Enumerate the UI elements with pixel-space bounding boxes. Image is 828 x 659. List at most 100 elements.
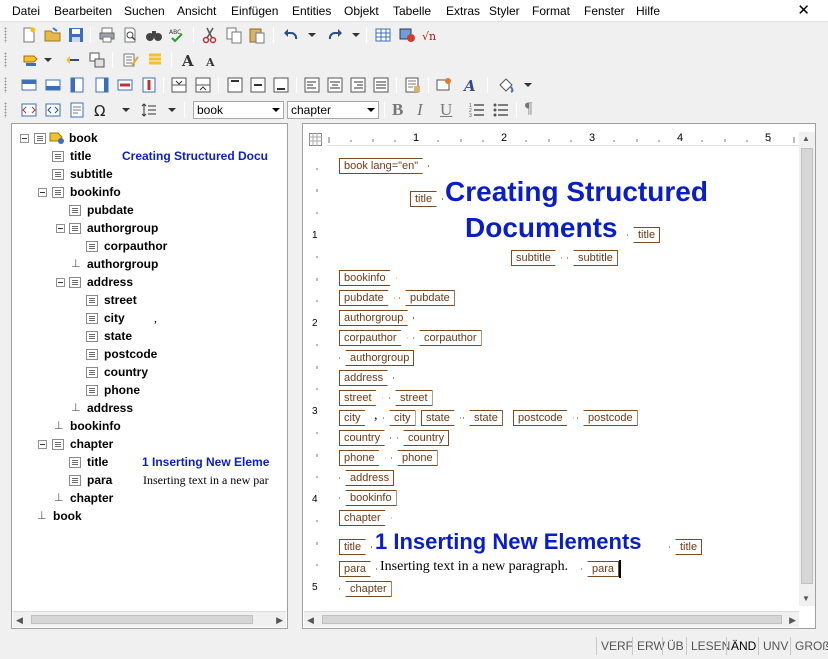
redo-icon[interactable] — [326, 26, 344, 44]
change-element-icon[interactable] — [64, 51, 82, 69]
valign-top-icon[interactable] — [226, 76, 244, 94]
tag-state-close[interactable]: state — [463, 410, 503, 426]
document-editor[interactable]: 1 2 3 4 5 1 2 3 4 5 book lang="en" title… — [302, 123, 816, 629]
tag-pubdate-open[interactable]: pubdate — [339, 290, 395, 306]
tag-address-open[interactable]: address — [339, 370, 394, 386]
menu-entities[interactable]: Entities — [292, 4, 331, 18]
tag-bookinfo-close[interactable]: bookinfo — [339, 490, 397, 506]
split-element-icon[interactable] — [88, 51, 106, 69]
cut-icon[interactable] — [201, 26, 219, 44]
tag-pubdate-close[interactable]: pubdate — [399, 290, 455, 306]
collapse-icon[interactable] — [38, 188, 47, 197]
find-binoculars-icon[interactable] — [145, 26, 163, 44]
tag-city-close[interactable]: city — [383, 410, 416, 426]
tag-postcode-open[interactable]: postcode — [513, 410, 574, 426]
menu-extras[interactable]: Extras — [446, 4, 480, 18]
chapter-title[interactable]: 1 Inserting New Elements — [375, 529, 642, 555]
element-combo[interactable]: book — [193, 101, 284, 119]
valign-middle-icon[interactable] — [249, 76, 267, 94]
tag-chapter-title-open[interactable]: title — [339, 539, 372, 555]
insert-column-right-icon[interactable] — [93, 76, 111, 94]
align-left-icon[interactable] — [303, 76, 321, 94]
city-text[interactable]: , — [374, 408, 378, 424]
tree-item-book[interactable]: book — [12, 130, 272, 148]
close-icon[interactable]: ✕ — [797, 1, 810, 19]
tag-para-open[interactable]: para — [339, 561, 377, 577]
insert-element-dropdown-icon[interactable] — [44, 58, 52, 62]
tag-chapter-close[interactable]: chapter — [339, 581, 392, 597]
insert-row-above-icon[interactable] — [20, 76, 38, 94]
tag-bookinfo-open[interactable]: bookinfo — [339, 270, 397, 286]
merge-cells-icon[interactable] — [170, 76, 188, 94]
scroll-left-icon[interactable]: ◀ — [16, 615, 23, 626]
save-icon[interactable] — [67, 26, 85, 44]
insert-element-icon[interactable] — [22, 51, 40, 69]
tree-item-bookinfo-end[interactable]: ⊥ bookinfo — [12, 418, 212, 436]
toolbar-grip[interactable] — [4, 77, 7, 93]
align-right-icon[interactable] — [349, 76, 367, 94]
style-combo[interactable]: chapter — [287, 101, 379, 119]
tag-city-open[interactable]: city — [339, 410, 372, 426]
menu-fenster[interactable]: Fenster — [584, 4, 625, 18]
menu-styler[interactable]: Styler — [489, 4, 520, 18]
bullet-list-icon[interactable] — [492, 101, 510, 119]
table-properties-icon[interactable] — [404, 76, 422, 94]
italic-button[interactable]: I — [417, 100, 423, 120]
line-spacing-icon[interactable] — [140, 101, 158, 119]
edit-attributes-icon[interactable] — [122, 51, 140, 69]
tree-item-book-end[interactable]: ⊥ book — [12, 508, 212, 526]
align-justify-icon[interactable] — [372, 76, 390, 94]
vertical-ruler[interactable]: 1 2 3 4 5 — [311, 150, 323, 610]
tag-street-close[interactable]: street — [389, 390, 433, 406]
fill-color-icon[interactable] — [497, 76, 515, 94]
bold-button[interactable]: B — [392, 100, 403, 120]
book-title-line1[interactable]: Creating Structured — [445, 176, 708, 208]
tree-item-address-end[interactable]: ⊥ address — [12, 400, 212, 418]
tag-chapter-open[interactable]: chapter — [339, 510, 392, 526]
spellcheck-icon[interactable]: ABC — [168, 26, 186, 44]
tree-item-authorgroup-end[interactable]: ⊥ authorgroup — [12, 256, 212, 274]
menu-tabelle[interactable]: Tabelle — [393, 4, 431, 18]
undo-dropdown-icon[interactable] — [308, 33, 316, 37]
scroll-thumb[interactable] — [801, 148, 813, 584]
special-char-omega-icon[interactable]: Ω — [92, 101, 110, 119]
tree-item-title[interactable]: title Creating Structured Docu — [12, 148, 274, 166]
tag-title-open[interactable]: title — [410, 191, 443, 207]
paste-icon[interactable] — [248, 26, 266, 44]
tag-country-close[interactable]: country — [397, 430, 450, 446]
ruler-corner-icon[interactable] — [309, 133, 322, 146]
tree-item-pubdate[interactable]: pubdate — [12, 202, 212, 220]
tag-postcode-close[interactable]: postcode — [577, 410, 638, 426]
pilcrow-button[interactable]: ¶ — [525, 100, 532, 118]
print-preview-icon[interactable] — [121, 26, 139, 44]
line-spacing-dropdown-icon[interactable] — [168, 108, 176, 112]
scroll-right-icon[interactable]: ▶ — [276, 615, 283, 626]
chevron-down-icon[interactable] — [367, 108, 375, 112]
para-text[interactable]: Inserting text in a new paragraph. — [380, 559, 568, 575]
tree-item-subtitle[interactable]: subtitle — [12, 166, 212, 184]
insert-equation-icon[interactable]: √n — [421, 26, 439, 44]
tree-item-chapter-title[interactable]: title 1 Inserting New Eleme — [12, 454, 274, 472]
collapse-icon[interactable] — [20, 134, 29, 143]
collapse-icon[interactable] — [38, 440, 47, 449]
tree-horizontal-scrollbar[interactable]: ◀ ▶ — [13, 611, 286, 627]
tree-item-postcode[interactable]: postcode — [12, 346, 212, 364]
book-title-line2[interactable]: Documents — [465, 212, 617, 244]
table-icon[interactable] — [374, 26, 392, 44]
underline-button[interactable]: U — [440, 100, 452, 120]
tree-item-corpauthor[interactable]: corpauthor — [12, 238, 212, 256]
tree-item-address[interactable]: address — [12, 274, 212, 292]
menu-bearbeiten[interactable]: Bearbeiten — [54, 4, 112, 18]
xml-source-icon[interactable] — [44, 101, 62, 119]
delete-row-icon[interactable] — [116, 76, 134, 94]
tree-item-chapter-end[interactable]: ⊥ chapter — [12, 490, 212, 508]
menu-ansicht[interactable]: Ansicht — [177, 4, 216, 18]
tree-item-city[interactable]: city , — [12, 310, 212, 328]
fill-color-dropdown-icon[interactable] — [524, 83, 532, 87]
undo-icon[interactable] — [282, 26, 300, 44]
tag-subtitle-close[interactable]: subtitle — [567, 250, 618, 266]
scroll-right-icon[interactable]: ▶ — [789, 615, 796, 626]
scroll-thumb[interactable] — [322, 615, 782, 624]
tag-country-open[interactable]: country — [339, 430, 391, 446]
page-view-icon[interactable] — [68, 101, 86, 119]
